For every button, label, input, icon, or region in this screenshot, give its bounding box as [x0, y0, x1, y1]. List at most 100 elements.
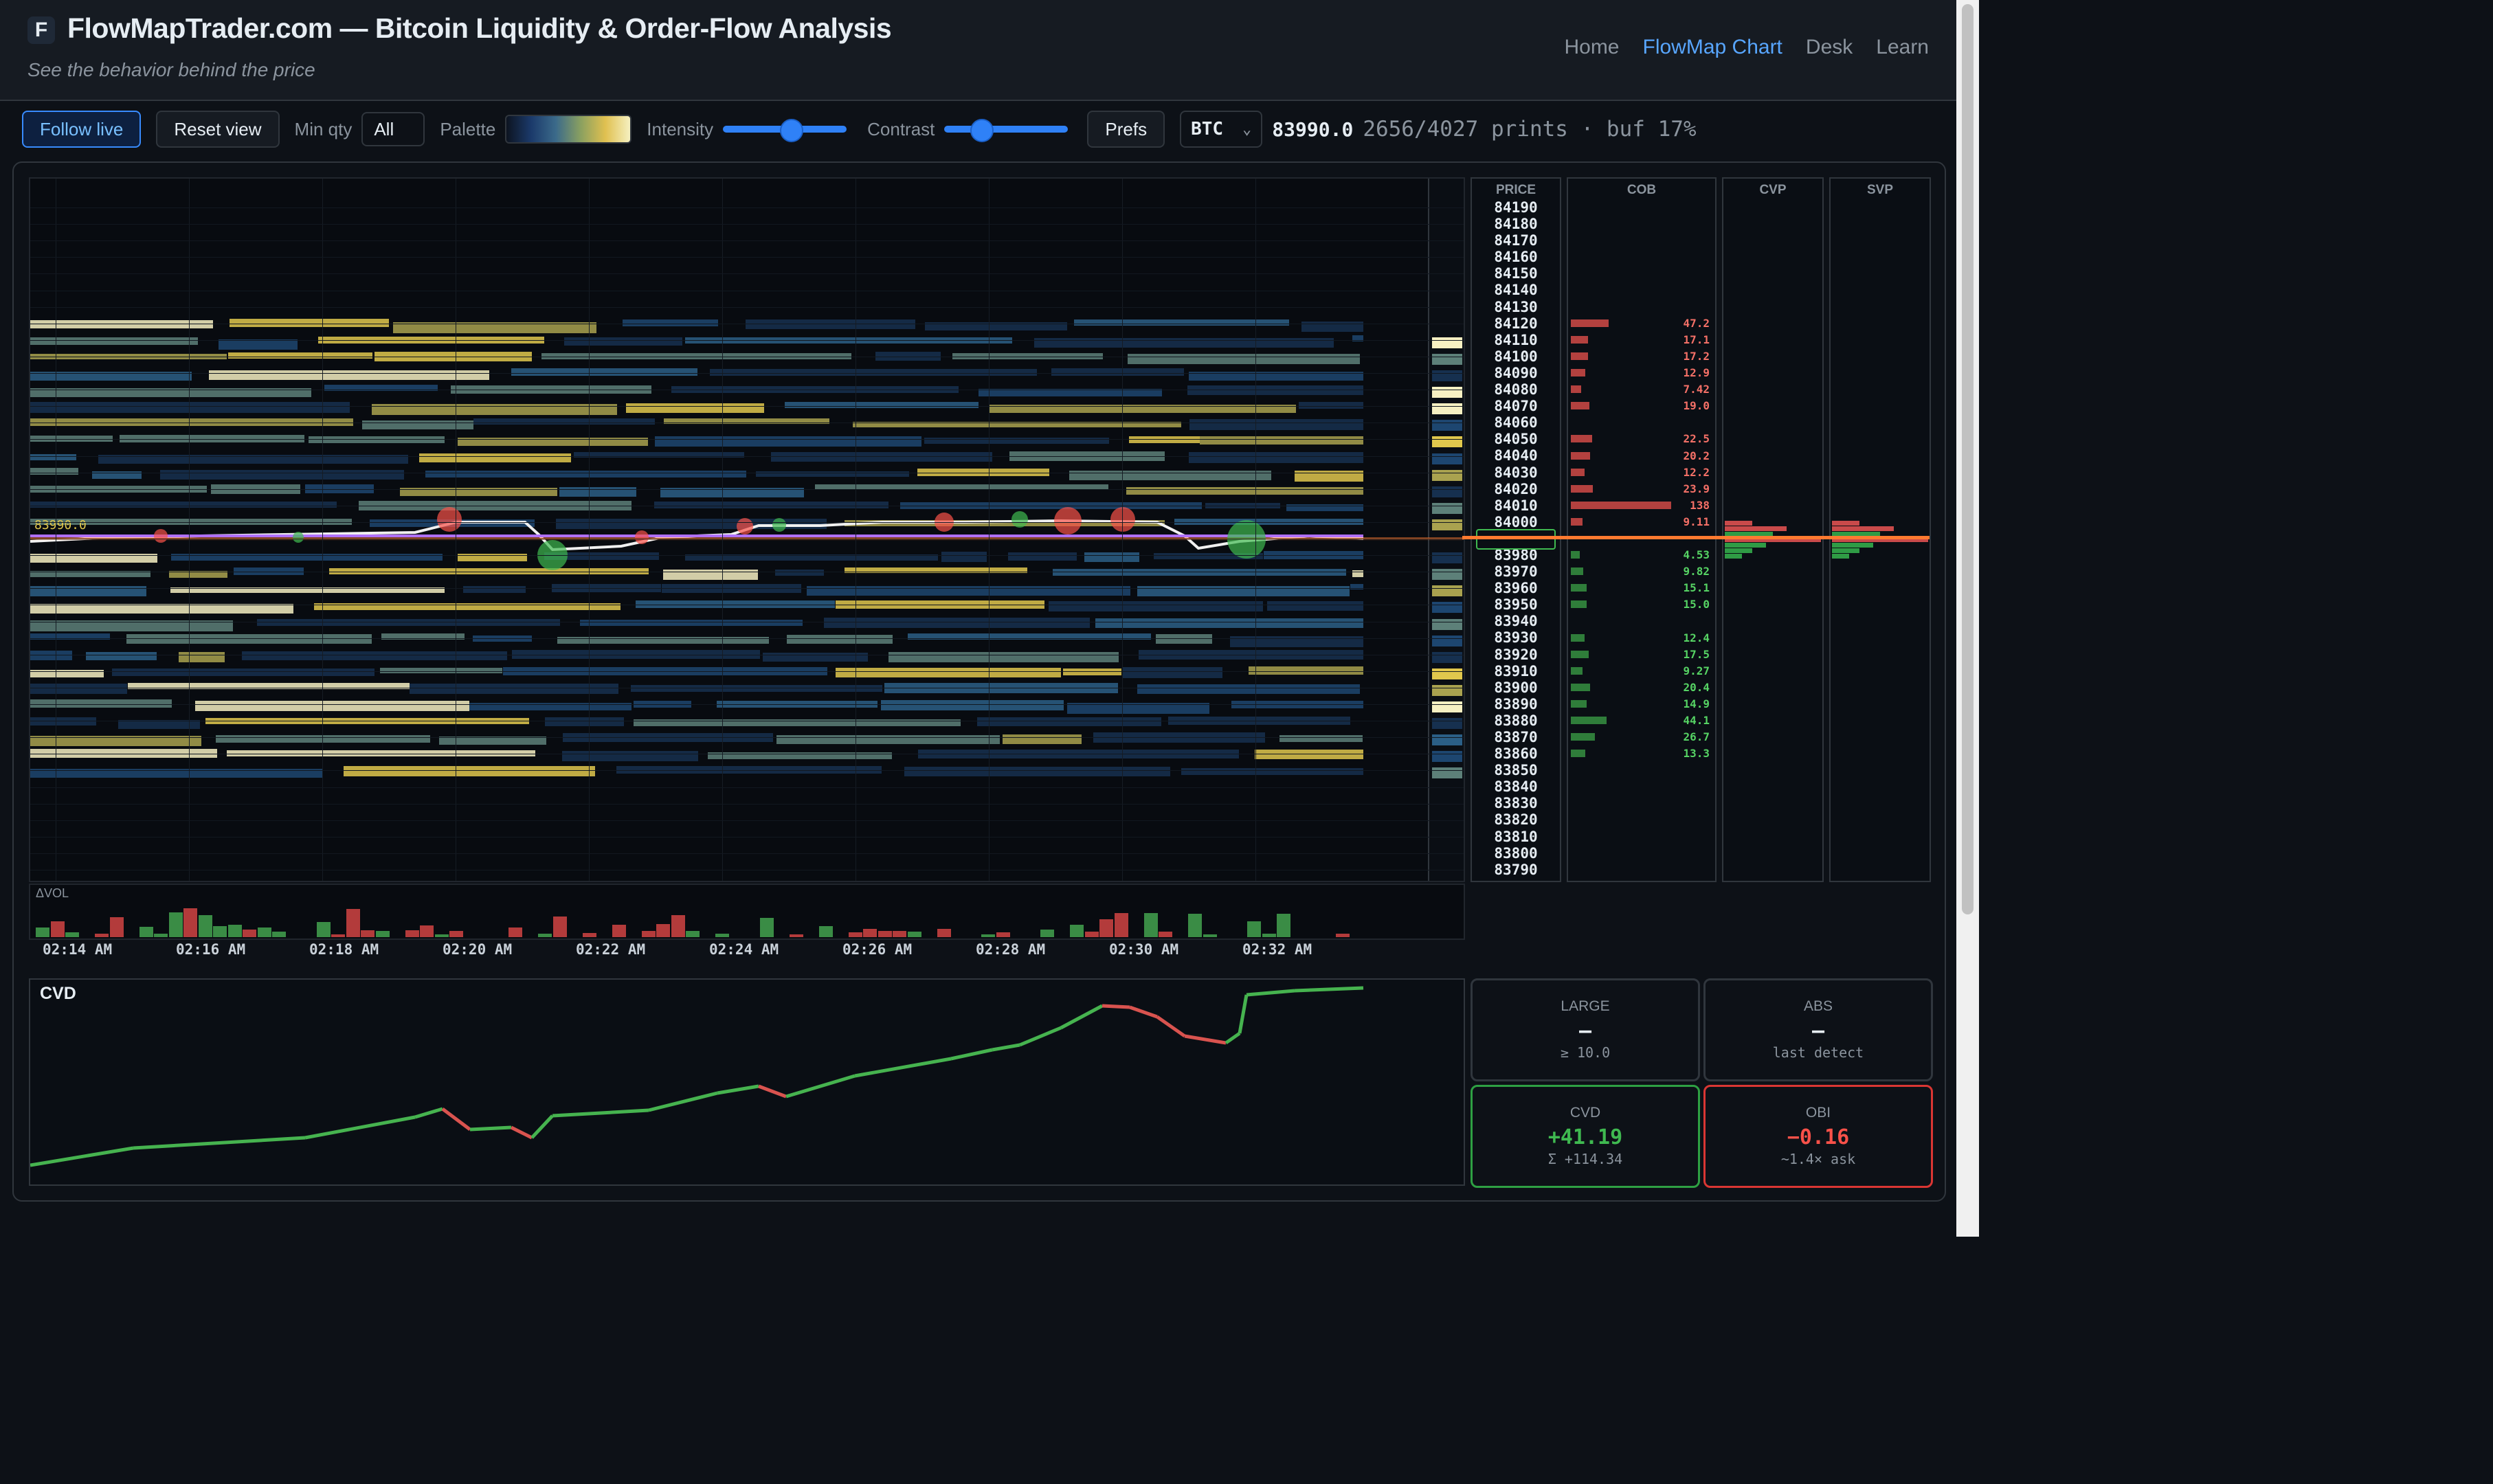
cob-depth-bar	[1571, 335, 1589, 344]
time-tick-label: 02:26 AM	[842, 941, 913, 958]
time-tick-label: 02:22 AM	[576, 941, 646, 958]
large-tile-value: —	[1578, 1019, 1592, 1043]
heatmap-time-gridline	[189, 179, 190, 881]
cvd-line-segment	[1225, 1031, 1241, 1045]
price-level: 84120	[1494, 315, 1538, 332]
follow-live-button[interactable]: Follow live	[22, 111, 142, 148]
trade-bubble	[293, 532, 304, 543]
svp-column: SVP	[1829, 177, 1931, 882]
delta-volume-label: ΔVOL	[36, 886, 69, 900]
trade-bubble	[737, 518, 753, 535]
delta-volume-pane: ΔVOL	[29, 884, 1465, 940]
svp-volume-bar	[1832, 543, 1873, 548]
price-level: 84040	[1494, 447, 1538, 464]
contrast-slider[interactable]	[944, 119, 1069, 142]
cob-depth-bar	[1571, 733, 1595, 741]
page-scrollbar[interactable]	[1956, 0, 1979, 1237]
cvd-line-segment	[30, 1146, 134, 1167]
cvd-line-segment	[441, 1108, 471, 1131]
cob-depth-bar	[1571, 633, 1585, 642]
cob-depth-value: 9.11	[1683, 515, 1710, 528]
cob-depth-bar	[1571, 717, 1607, 725]
heatmap-price-gridline	[30, 257, 1464, 258]
volume-bar	[316, 922, 331, 937]
cob-depth-bar	[1571, 683, 1591, 691]
cob-depth-value: 22.5	[1683, 432, 1710, 446]
price-level: 83960	[1494, 580, 1538, 597]
price-trace-overlay: 83990.0	[30, 507, 1464, 570]
cvd-line-segment	[1129, 1005, 1158, 1019]
heatmap-price-gridline	[30, 521, 1464, 523]
price-level: 83910	[1494, 662, 1538, 679]
cob-depth-bar	[1571, 369, 1585, 376]
scrollbar-thumb[interactable]	[1962, 4, 1974, 914]
price-level: 84010	[1494, 497, 1538, 514]
volume-bar	[1247, 921, 1261, 937]
liquidity-heatmap[interactable]: 83990.0	[29, 177, 1465, 882]
volume-bar	[168, 912, 183, 937]
nav-desk[interactable]: Desk	[1806, 36, 1853, 59]
cvd-line-segment	[1246, 989, 1295, 997]
cvd-line-segment	[133, 1136, 306, 1150]
main-nav: Home FlowMap Chart Desk Learn	[1564, 36, 1929, 59]
volume-bar	[877, 930, 892, 937]
tagline: See the behavior behind the price	[27, 59, 315, 80]
cob-depth-bar	[1571, 750, 1586, 758]
volume-bar	[361, 930, 374, 937]
cob-depth-bar	[1571, 666, 1583, 675]
cvd-tile-value: +41.19	[1547, 1125, 1623, 1149]
volume-bar	[331, 934, 345, 937]
price-level: 84180	[1494, 216, 1538, 233]
volume-bar	[405, 930, 419, 937]
abs-tile-title: ABS	[1803, 998, 1833, 1014]
volume-bar	[183, 908, 197, 937]
nav-flowmap-chart[interactable]: FlowMap Chart	[1643, 36, 1782, 59]
time-tick-label: 02:30 AM	[1109, 941, 1179, 958]
svp-volume-bar	[1832, 526, 1894, 531]
cvd-line-segment	[469, 1125, 512, 1132]
volume-bar	[538, 934, 552, 937]
time-tick-label: 02:16 AM	[176, 941, 246, 958]
heatmap-price-gridline	[30, 488, 1464, 490]
cob-depth-value: 20.2	[1683, 449, 1710, 462]
cvd-line-segment	[758, 1084, 787, 1099]
volume-bar	[1070, 924, 1084, 937]
price-level: 83880	[1494, 712, 1538, 729]
heatmap-price-gridline	[30, 803, 1464, 805]
top-bar: F FlowMapTrader.com — Bitcoin Liquidity …	[0, 0, 1956, 101]
cvd-line-segment	[1060, 1004, 1104, 1030]
contrast-slider-handle[interactable]	[970, 119, 994, 142]
prefs-button[interactable]: Prefs	[1087, 111, 1165, 148]
volume-bar	[671, 915, 685, 937]
intensity-slider-handle[interactable]	[779, 119, 803, 142]
current-price-line	[1462, 536, 1930, 539]
logo-icon[interactable]: F	[27, 16, 55, 44]
cob-depth-bar	[1571, 567, 1583, 576]
intensity-slider[interactable]	[723, 119, 847, 142]
time-tick-label: 02:28 AM	[976, 941, 1046, 958]
cvd-tile-sub: Σ +114.34	[1547, 1151, 1623, 1167]
cvp-column-header: CVP	[1759, 183, 1787, 197]
nav-learn[interactable]: Learn	[1876, 36, 1929, 59]
reset-view-button[interactable]: Reset view	[156, 111, 280, 148]
cvd-tile-title: CVD	[1569, 1105, 1601, 1121]
heatmap-price-gridline	[30, 770, 1464, 772]
heatmap-price-gridline	[30, 555, 1464, 556]
volume-bar	[109, 917, 124, 937]
cvp-volume-bar	[1725, 548, 1752, 553]
cob-depth-value: 44.1	[1683, 714, 1710, 728]
nav-home[interactable]: Home	[1564, 36, 1619, 59]
heatmap-price-gridline	[30, 638, 1464, 639]
palette-picker[interactable]	[505, 115, 632, 144]
volume-bar	[937, 929, 951, 937]
chevron-down-icon: ⌄	[1242, 120, 1252, 138]
cob-depth-value: 9.27	[1683, 664, 1710, 677]
cvd-line-segment	[414, 1107, 443, 1119]
heatmap-price-gridline	[30, 787, 1464, 788]
symbol-select[interactable]: BTC ⌄	[1180, 111, 1263, 148]
volume-bar	[198, 914, 212, 937]
cob-depth-bar	[1571, 319, 1609, 327]
heatmap-price-gridline	[30, 704, 1464, 705]
min-qty-select[interactable]: All	[361, 112, 425, 146]
price-column: PRICE 84190 84180 84170 84160 84150 84140 8413…	[1471, 177, 1561, 882]
